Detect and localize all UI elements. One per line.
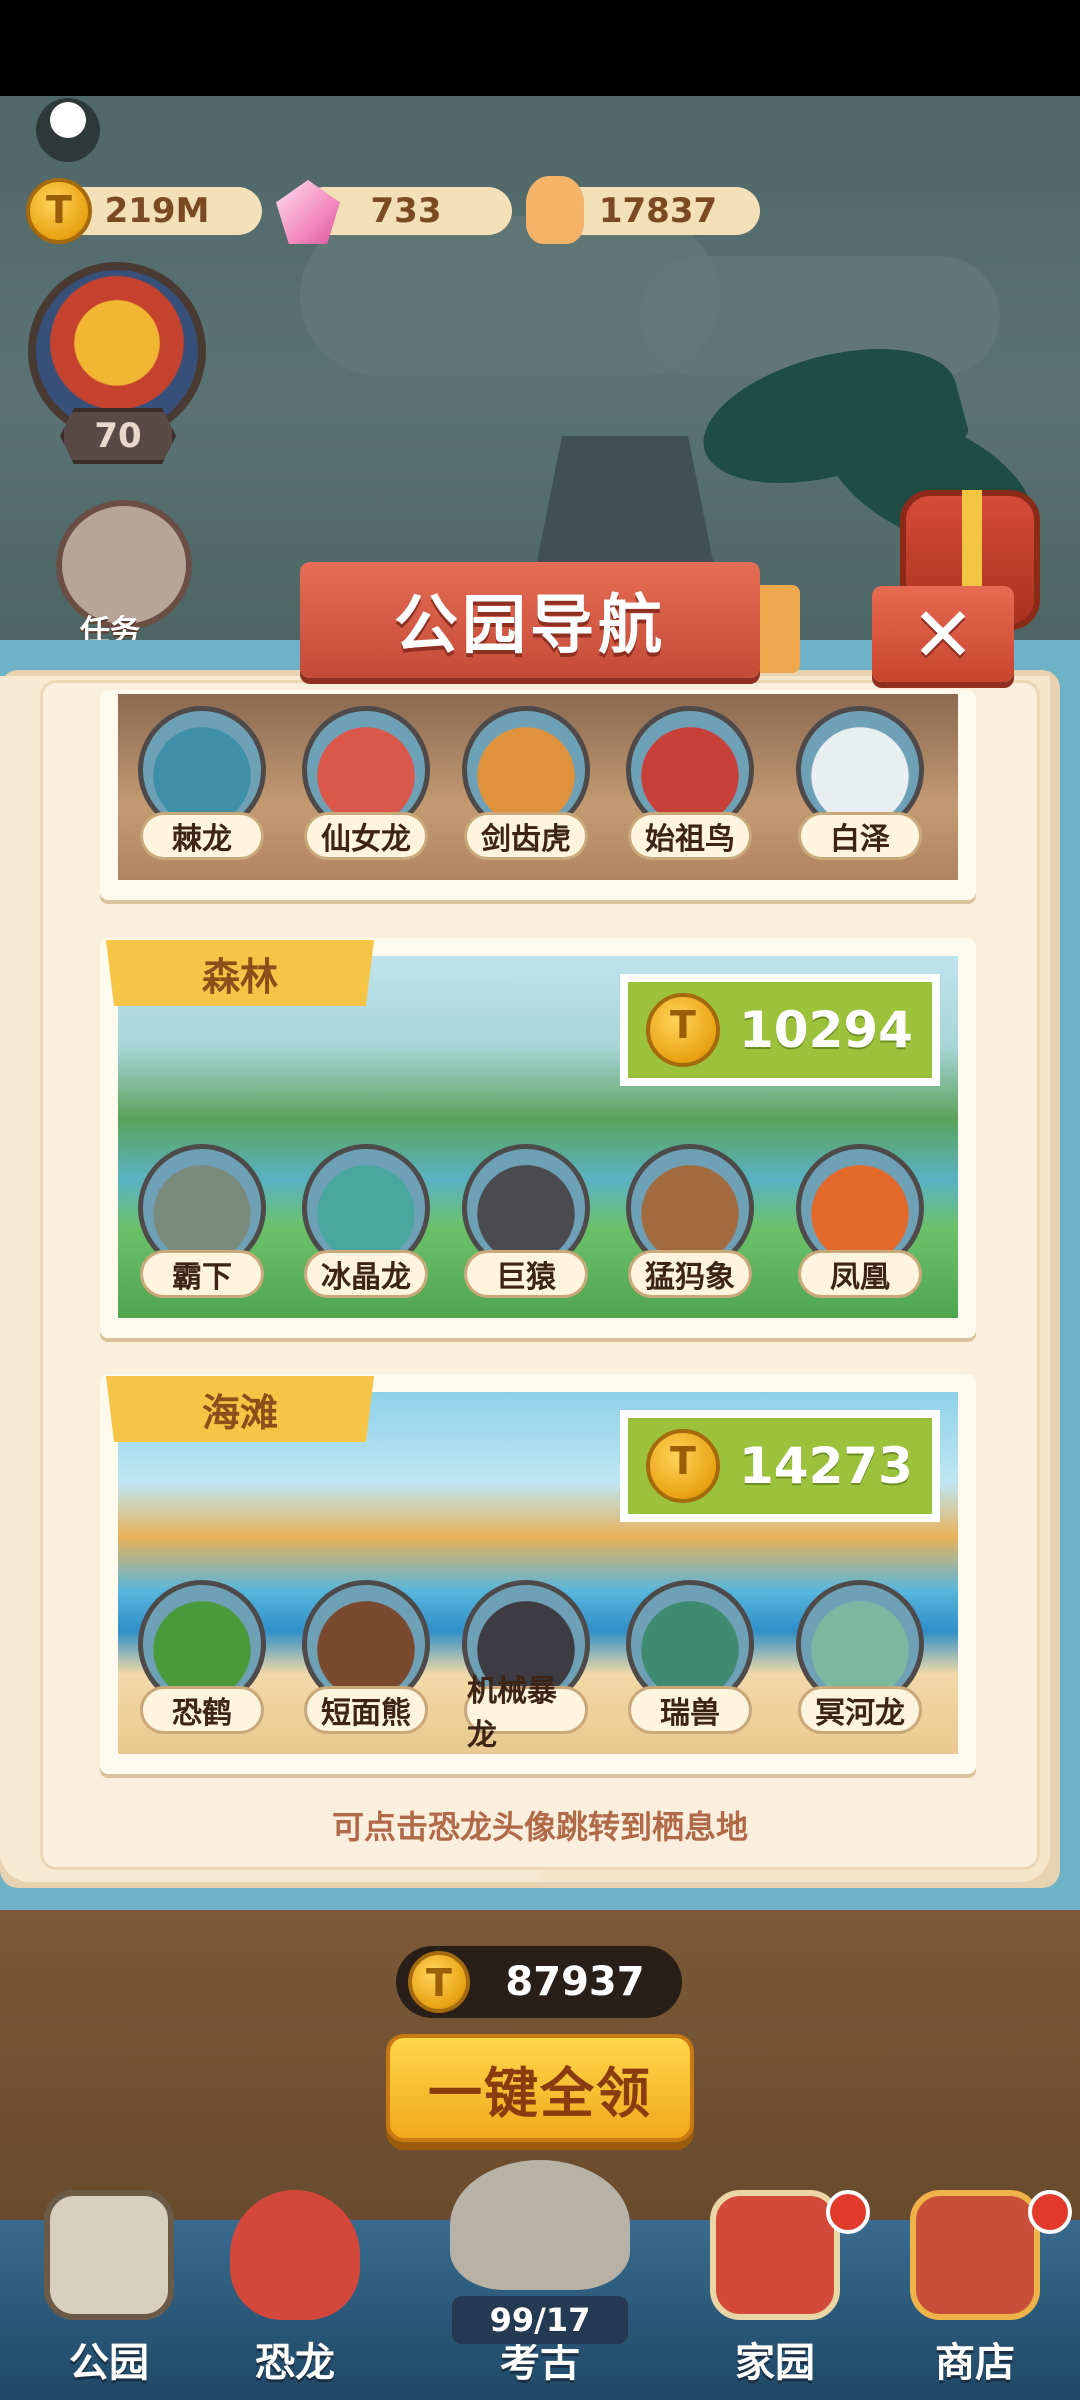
- thumbs-up-icon: [526, 176, 584, 244]
- park-tag-label: 海滩: [201, 1390, 278, 1435]
- homeland-notification-badge: [826, 2190, 870, 2234]
- collect-all-button[interactable]: 一键全领: [386, 2034, 694, 2142]
- gem-value: 733: [370, 191, 442, 231]
- dino-name-label: 剑齿虎: [464, 812, 588, 860]
- dino-name-label: 始祖鸟: [628, 812, 752, 860]
- dino-name-label: 短面熊: [304, 1686, 428, 1734]
- likes-value: 17837: [598, 191, 718, 231]
- nav-label: 家园: [735, 2340, 815, 2386]
- dino-name-label: 霸下: [140, 1250, 264, 1298]
- status-bar: [0, 0, 1080, 96]
- price-value: 14273: [739, 1437, 913, 1495]
- dig-energy-counter: 99/17: [452, 2296, 628, 2344]
- dino-name-label: 猛犸象: [628, 1250, 752, 1298]
- park-price-beach: 14273: [620, 1410, 940, 1522]
- park-price-forest: 10294: [620, 974, 940, 1086]
- shop-notification-badge: [1028, 2190, 1072, 2234]
- dino-name-label: 恐鹤: [140, 1686, 264, 1734]
- close-icon: ✕: [911, 589, 975, 679]
- gold-value: 219M: [104, 191, 210, 231]
- coin-icon: [646, 993, 720, 1067]
- level-badge: 70: [60, 408, 176, 464]
- collect-gold-value: 87937: [505, 1959, 645, 2005]
- price-value: 10294: [739, 1001, 913, 1059]
- dig-counter-value: 99/17: [489, 2301, 591, 2339]
- dino-name-label: 仙女龙: [304, 812, 428, 860]
- dino-name-label: 冰晶龙: [304, 1250, 428, 1298]
- nav-item-dinosaur[interactable]: 恐龙: [200, 2180, 390, 2400]
- park-tag-forest: 森林: [106, 940, 374, 1006]
- dino-name-label: 凤凰: [798, 1250, 922, 1298]
- dino-name-label: 冥河龙: [798, 1686, 922, 1734]
- gold-coin-icon: [26, 178, 92, 244]
- dialog-title: 公园导航: [394, 589, 666, 663]
- nav-label: 公园: [69, 2340, 149, 2386]
- paw-banner-icon: [710, 2190, 840, 2320]
- dino-head-icon: [230, 2190, 360, 2320]
- level-value: 70: [94, 416, 142, 456]
- park-tag-label: 森林: [201, 954, 278, 999]
- nav-label: 商店: [935, 2340, 1015, 2386]
- dino-name-label: 瑞兽: [628, 1686, 752, 1734]
- close-button[interactable]: ✕: [872, 586, 1014, 682]
- nav-item-park[interactable]: 公园: [14, 2180, 204, 2400]
- dino-name-label: 白泽: [798, 812, 922, 860]
- fossil-skull-icon: [450, 2160, 630, 2290]
- dino-name-label: 棘龙: [140, 812, 264, 860]
- likes-counter: 17837: [556, 187, 760, 235]
- park-tag-beach: 海滩: [106, 1376, 374, 1442]
- paw-sign-icon: [44, 2190, 174, 2320]
- hint-text: 可点击恐龙头像跳转到栖息地: [331, 1808, 748, 1846]
- shop-stall-icon: [910, 2190, 1040, 2320]
- dino-name-label: 机械暴龙: [464, 1674, 588, 1753]
- camera-cutout: [36, 98, 100, 162]
- coin-icon: [408, 1951, 470, 2013]
- coin-icon: [646, 1429, 720, 1503]
- nav-label: 恐龙: [255, 2340, 335, 2386]
- dino-name-label: 巨猿: [464, 1250, 588, 1298]
